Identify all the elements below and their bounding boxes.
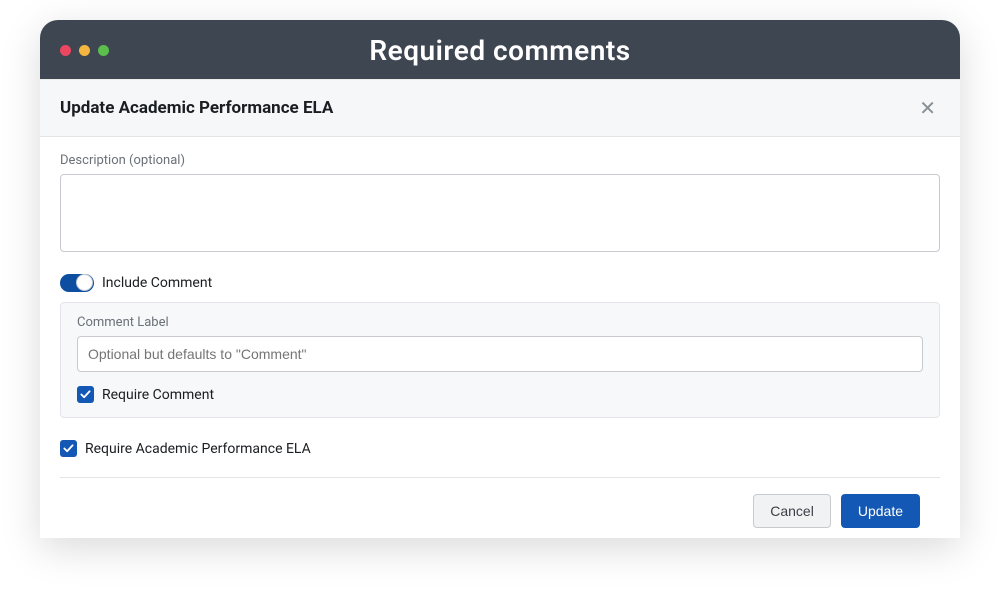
comment-section: Comment Label Require Comment bbox=[60, 302, 940, 418]
description-textarea[interactable] bbox=[60, 174, 940, 252]
include-comment-row: Include Comment bbox=[60, 274, 940, 292]
modal-body: Description (optional) Include Comment C… bbox=[40, 137, 960, 538]
require-comment-row: Require Comment bbox=[77, 386, 923, 403]
cancel-button[interactable]: Cancel bbox=[753, 494, 831, 528]
toggle-knob bbox=[76, 274, 93, 291]
modal-title: Update Academic Performance ELA bbox=[60, 98, 333, 118]
update-button[interactable]: Update bbox=[841, 494, 920, 528]
comment-label-input[interactable] bbox=[77, 336, 923, 372]
app-window: Required comments Update Academic Perfor… bbox=[40, 20, 960, 538]
window-title: Required comments bbox=[60, 34, 940, 67]
maximize-window-button[interactable] bbox=[98, 45, 109, 56]
description-label: Description (optional) bbox=[60, 153, 940, 168]
modal: Update Academic Performance ELA ✕ Descri… bbox=[40, 79, 960, 538]
titlebar: Required comments bbox=[40, 20, 960, 79]
include-comment-label: Include Comment bbox=[102, 275, 212, 291]
include-comment-toggle[interactable] bbox=[60, 274, 94, 292]
close-icon[interactable]: ✕ bbox=[915, 94, 940, 122]
traffic-lights bbox=[60, 45, 109, 56]
comment-label-label: Comment Label bbox=[77, 315, 923, 330]
require-comment-label: Require Comment bbox=[102, 387, 214, 403]
modal-footer: Cancel Update bbox=[60, 477, 940, 528]
checkmark-icon bbox=[63, 443, 74, 454]
require-field-row: Require Academic Performance ELA bbox=[60, 440, 940, 457]
require-comment-checkbox[interactable] bbox=[77, 386, 94, 403]
minimize-window-button[interactable] bbox=[79, 45, 90, 56]
require-field-label: Require Academic Performance ELA bbox=[85, 441, 311, 457]
checkmark-icon bbox=[80, 389, 91, 400]
modal-header: Update Academic Performance ELA ✕ bbox=[40, 80, 960, 137]
close-window-button[interactable] bbox=[60, 45, 71, 56]
require-field-checkbox[interactable] bbox=[60, 440, 77, 457]
